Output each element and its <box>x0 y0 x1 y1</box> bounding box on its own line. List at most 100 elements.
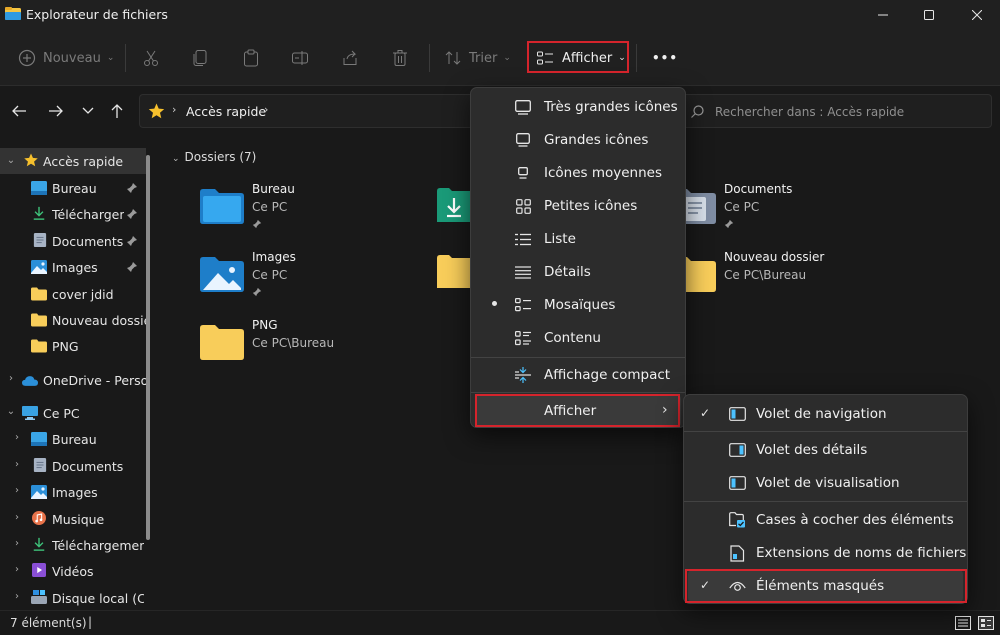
folder-tile-documents[interactable]: Documents Ce PC <box>672 182 902 238</box>
folder-icon <box>31 313 47 327</box>
tiles-view-icon[interactable] <box>978 616 994 630</box>
menu-item-list[interactable]: Liste <box>475 223 681 255</box>
chevron-right-icon[interactable]: › <box>12 538 22 549</box>
chevron-expanded-icon[interactable]: ⌄ <box>6 406 16 417</box>
paste-button[interactable] <box>242 42 260 74</box>
chevron-right-icon[interactable]: › <box>6 373 16 384</box>
compact-view-icon <box>514 366 532 384</box>
chevron-right-icon[interactable]: › <box>12 432 22 443</box>
forward-button[interactable] <box>46 101 66 121</box>
folder-tile-new-folder[interactable]: Nouveau dossier Ce PC\Bureau <box>672 250 902 306</box>
download-icon <box>33 206 45 220</box>
desktop-folder-icon <box>31 432 47 446</box>
sidebar-item-music[interactable]: › Musique <box>0 506 148 532</box>
sidebar-item-pc-images[interactable]: › Images <box>0 479 148 505</box>
share-icon <box>343 50 357 65</box>
folder-name: PNG <box>252 318 278 332</box>
new-button[interactable]: Nouveau ⌄ <box>18 42 114 74</box>
chevron-right-icon[interactable]: › <box>12 512 22 523</box>
chevron-right-icon[interactable]: › <box>12 591 22 602</box>
sidebar-item-onedrive[interactable]: › OneDrive - Personnel <box>0 367 148 393</box>
chevron-right-icon[interactable]: › <box>12 485 22 496</box>
sidebar-item-pc-documents[interactable]: › Documents <box>0 453 148 479</box>
sidebar-item-label: Bureau <box>52 431 97 447</box>
details-view-icon[interactable] <box>955 616 971 630</box>
pin-icon <box>127 209 137 219</box>
back-button[interactable] <box>9 101 29 121</box>
sidebar-item-label: Disque local (C:) <box>52 590 144 606</box>
menu-item-details[interactable]: Détails <box>475 256 681 288</box>
checkbox-folder-icon <box>728 511 746 529</box>
file-extension-icon <box>728 544 746 562</box>
menu-item-tiles[interactable]: Mosaïques <box>475 289 681 321</box>
delete-button[interactable] <box>391 42 409 74</box>
folder-name: Bureau <box>252 182 295 196</box>
rename-button[interactable] <box>291 42 309 74</box>
sidebar-item-label: PNG <box>52 338 79 354</box>
up-button[interactable] <box>107 101 127 121</box>
chevron-right-icon[interactable]: › <box>12 459 22 470</box>
menu-item-small-icons[interactable]: Petites icônes <box>475 190 681 222</box>
content-icon <box>514 329 532 347</box>
address-field[interactable]: › Accès rapide › <box>139 94 479 128</box>
folder-name: Images <box>252 250 296 264</box>
sidebar-item-png[interactable]: PNG <box>0 333 148 359</box>
sidebar-item-documents[interactable]: Documents <box>0 228 148 254</box>
group-header[interactable]: ⌄ Dossiers (7) <box>172 150 256 164</box>
navigation-scrollbar[interactable] <box>146 155 150 540</box>
sort-button[interactable]: Trier ⌄ <box>444 42 511 74</box>
sidebar-item-quick-access[interactable]: ⌄ Accès rapide <box>0 148 146 174</box>
search-input[interactable]: Rechercher dans : Accès rapide <box>680 94 992 128</box>
folder-icon <box>31 339 47 353</box>
menu-item-content[interactable]: Contenu <box>475 322 681 354</box>
monitor-icon <box>514 131 532 149</box>
folder-location: Ce PC <box>252 200 288 214</box>
rename-icon <box>292 51 308 65</box>
sidebar-item-label: cover jdid <box>52 286 114 302</box>
menu-item-label: Petites icônes <box>544 198 638 214</box>
sidebar-item-pc-bureau[interactable]: › Bureau <box>0 426 148 452</box>
pin-icon <box>252 287 262 297</box>
sidebar-item-this-pc[interactable]: ⌄ Ce PC <box>0 400 148 426</box>
menu-item-compact-view[interactable]: Affichage compact <box>475 359 681 391</box>
menu-item-large-icons[interactable]: Grandes icônes <box>475 124 681 156</box>
breadcrumb[interactable]: Accès rapide <box>186 104 266 119</box>
menu-item-navigation-pane[interactable]: ✓ Volet de navigation <box>688 398 963 430</box>
sidebar-item-cover-jdid[interactable]: cover jdid <box>0 281 148 307</box>
close-button[interactable] <box>954 0 1000 30</box>
menu-item-extra-large-icons[interactable]: Très grandes icônes <box>475 91 681 123</box>
maximize-button[interactable] <box>906 0 952 30</box>
menu-item-medium-icons[interactable]: Icônes moyennes <box>475 157 681 189</box>
menu-item-item-checkboxes[interactable]: Cases à cocher des éléments <box>688 504 963 536</box>
recent-locations-button[interactable] <box>78 101 98 121</box>
sidebar-item-videos[interactable]: › Vidéos <box>0 558 148 584</box>
share-button[interactable] <box>341 42 359 74</box>
sidebar-item-downloads[interactable]: Téléchargements <box>0 201 148 227</box>
menu-item-preview-pane[interactable]: Volet de visualisation <box>688 467 963 499</box>
chevron-right-icon[interactable]: › <box>12 564 22 575</box>
sidebar-item-local-disk[interactable]: › Disque local (C:) <box>0 585 148 611</box>
menu-item-label: Affichage compact <box>544 367 671 383</box>
sidebar-item-label: Téléchargements <box>52 537 144 553</box>
toolbar-separator <box>429 44 430 72</box>
scissors-icon <box>144 50 158 66</box>
copy-button[interactable] <box>192 42 210 74</box>
folder-tile-png[interactable]: PNG Ce PC\Bureau <box>200 318 430 374</box>
sidebar-item-images[interactable]: Images <box>0 254 148 280</box>
cut-button[interactable] <box>142 42 160 74</box>
checkmark-icon: ✓ <box>700 406 711 420</box>
folder-icon <box>200 325 244 360</box>
menu-item-file-extensions[interactable]: Extensions de noms de fichiers <box>688 537 966 569</box>
menu-item-details-pane[interactable]: Volet des détails <box>688 434 963 466</box>
sidebar-item-bureau[interactable]: Bureau <box>0 175 148 201</box>
chevron-expanded-icon[interactable]: ⌄ <box>6 155 16 166</box>
more-options-button[interactable]: ••• <box>652 42 678 74</box>
pin-icon <box>252 219 262 229</box>
sidebar-item-new-folder[interactable]: Nouveau dossier <box>0 307 148 333</box>
menu-separator <box>684 431 967 432</box>
breadcrumb-chevron-icon[interactable]: › <box>264 103 268 116</box>
minimize-button[interactable] <box>860 0 906 30</box>
folder-tile-bureau[interactable]: Bureau Ce PC <box>200 182 430 238</box>
folder-tile-images[interactable]: Images Ce PC <box>200 250 430 306</box>
sidebar-item-pc-downloads[interactable]: › Téléchargements <box>0 532 148 558</box>
